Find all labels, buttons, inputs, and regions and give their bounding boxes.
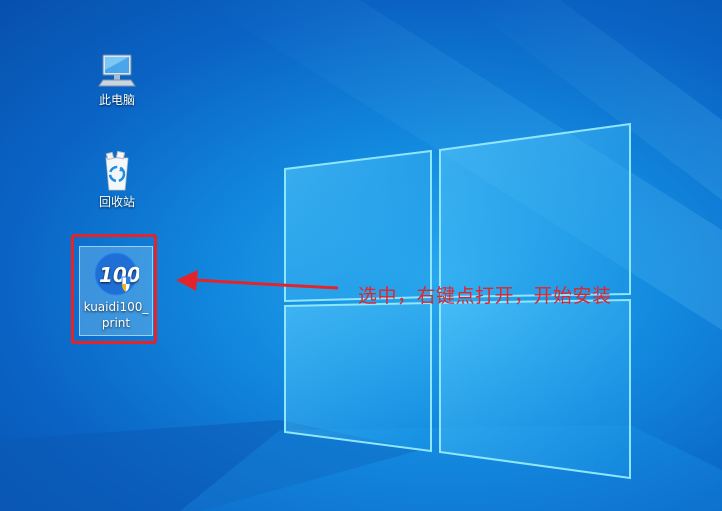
annotation-text: 选中，右键点打开，开始安装 <box>358 285 612 307</box>
annotation-arrow <box>176 270 339 291</box>
